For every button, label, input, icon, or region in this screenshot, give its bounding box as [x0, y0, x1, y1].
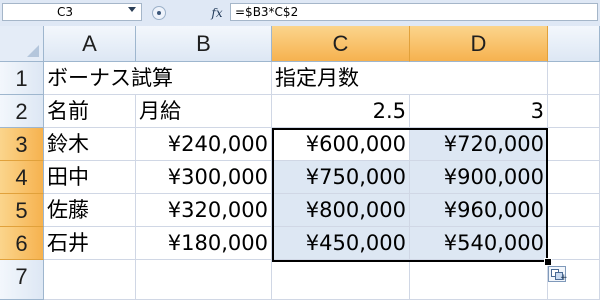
cell-e2[interactable]: [548, 95, 600, 128]
auto-fill-plus-icon: +: [560, 273, 568, 283]
cell-b4[interactable]: ¥300,000: [136, 161, 272, 194]
column-header-c[interactable]: C: [272, 26, 410, 62]
row-header-7[interactable]: 7: [0, 260, 44, 300]
column-header-a[interactable]: A: [44, 26, 136, 62]
grip-dot: [157, 11, 161, 15]
cell-c1[interactable]: 指定月数: [272, 62, 410, 95]
fill-handle[interactable]: [544, 258, 552, 266]
cell-c2[interactable]: 2.5: [272, 95, 410, 128]
cell-d5[interactable]: ¥960,000: [410, 194, 548, 227]
column-header-d[interactable]: D: [410, 26, 548, 62]
cell-b1[interactable]: [136, 62, 272, 95]
cell-d6[interactable]: ¥540,000: [410, 227, 548, 260]
cell-d2[interactable]: 3: [410, 95, 548, 128]
cell-e1[interactable]: [548, 62, 600, 95]
row-header-5[interactable]: 5: [0, 194, 44, 227]
cell-c7[interactable]: [272, 260, 410, 300]
cell-d7[interactable]: [410, 260, 548, 300]
cell-a1[interactable]: ボーナス試算: [44, 62, 173, 95]
cell-a4[interactable]: 田中: [44, 161, 136, 194]
row-header-3[interactable]: 3: [0, 128, 44, 161]
cell-b6[interactable]: ¥180,000: [136, 227, 272, 260]
cell-b5[interactable]: ¥320,000: [136, 194, 272, 227]
auto-fill-options-icon[interactable]: +: [548, 266, 568, 283]
cell-c5[interactable]: ¥800,000: [272, 194, 410, 227]
name-box[interactable]: C3: [2, 3, 142, 21]
column-header-b[interactable]: B: [136, 26, 272, 62]
cell-a5[interactable]: 佐藤: [44, 194, 136, 227]
formula-bar-resize-grip-icon[interactable]: [152, 6, 166, 20]
cell-d3[interactable]: ¥720,000: [410, 128, 548, 161]
cell-e4[interactable]: [548, 161, 600, 194]
select-all-button[interactable]: [0, 26, 44, 62]
select-all-triangle-icon: [27, 45, 39, 57]
cell-b3[interactable]: ¥240,000: [136, 128, 272, 161]
cell-a2[interactable]: 名前: [44, 95, 136, 128]
cell-c3[interactable]: ¥600,000: [272, 128, 410, 161]
column-header-e[interactable]: [548, 26, 600, 62]
cell-b7[interactable]: [136, 260, 272, 300]
cell-e5[interactable]: [548, 194, 600, 227]
row-header-2[interactable]: 2: [0, 95, 44, 128]
cell-b2[interactable]: 月給: [136, 95, 272, 128]
cell-c4[interactable]: ¥750,000: [272, 161, 410, 194]
cell-c6[interactable]: ¥450,000: [272, 227, 410, 260]
cell-d1[interactable]: [410, 62, 548, 95]
insert-function-button[interactable]: fx: [206, 5, 228, 21]
formula-bar-area: C3 fx =$B3*C$2: [0, 0, 600, 27]
cell-e3[interactable]: [548, 128, 600, 161]
cell-e6[interactable]: [548, 227, 600, 260]
cell-a6[interactable]: 石井: [44, 227, 136, 260]
row-header-4[interactable]: 4: [0, 161, 44, 194]
name-box-dropdown-arrow-icon[interactable]: [128, 7, 136, 12]
cell-a3[interactable]: 鈴木: [44, 128, 136, 161]
row-header-1[interactable]: 1: [0, 62, 44, 95]
formula-input[interactable]: =$B3*C$2: [230, 3, 598, 21]
cell-d4[interactable]: ¥900,000: [410, 161, 548, 194]
cell-a7[interactable]: [44, 260, 136, 300]
row-header-6[interactable]: 6: [0, 227, 44, 260]
